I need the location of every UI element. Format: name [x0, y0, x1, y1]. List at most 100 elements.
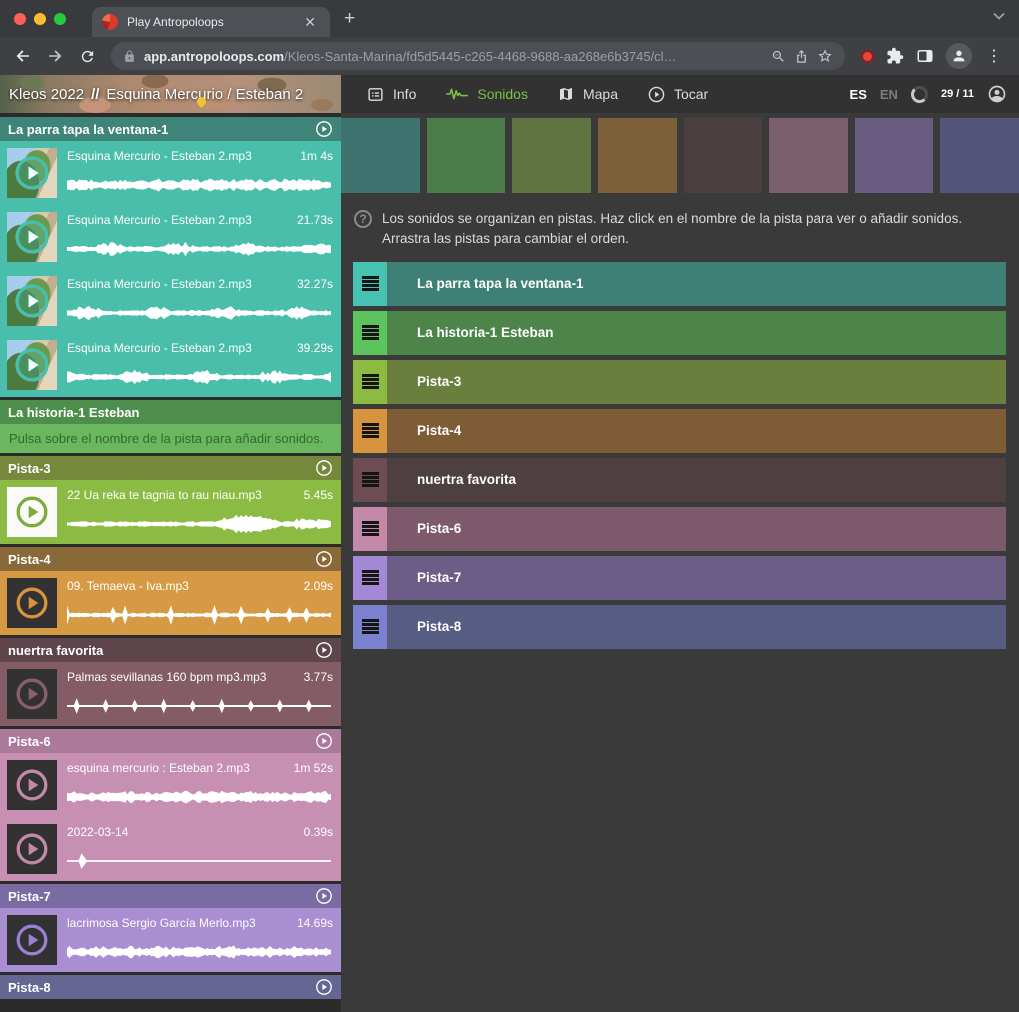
- track-play-button[interactable]: [315, 641, 333, 659]
- clip-title: Esquina Mercurio - Esteban 2.mp3: [67, 149, 292, 163]
- clip-play-button[interactable]: [14, 922, 50, 958]
- clip-thumbnail[interactable]: [7, 915, 57, 965]
- track-play-button[interactable]: [315, 732, 333, 750]
- clip-thumbnail[interactable]: [7, 276, 57, 326]
- track-row[interactable]: Pista-8: [353, 605, 1006, 649]
- forward-button[interactable]: [41, 42, 69, 70]
- clip-play-button[interactable]: [13, 218, 51, 256]
- drag-handle-icon: [362, 521, 379, 536]
- track-row-body[interactable]: Pista-4: [387, 409, 1006, 453]
- clip[interactable]: Esquina Mercurio - Esteban 2.mp339.29s: [0, 333, 341, 397]
- track-row[interactable]: Pista-6: [353, 507, 1006, 551]
- extensions-puzzle-icon[interactable]: [886, 47, 904, 65]
- sidebar-track-header[interactable]: Pista-7: [0, 884, 341, 908]
- clip[interactable]: 2022-03-140.39s: [0, 817, 341, 881]
- clip-thumbnail[interactable]: [7, 669, 57, 719]
- clip-play-button[interactable]: [14, 585, 50, 621]
- drag-handle[interactable]: [353, 507, 387, 551]
- window-close-button[interactable]: [14, 13, 26, 25]
- drag-handle-icon: [362, 374, 379, 389]
- nav-tocar[interactable]: Tocar: [648, 86, 708, 103]
- track-color-swatch: [427, 118, 506, 193]
- drag-handle[interactable]: [353, 409, 387, 453]
- track-play-button[interactable]: [315, 887, 333, 905]
- lang-es[interactable]: ES: [850, 87, 867, 102]
- sidebar-track-header[interactable]: Pista-3: [0, 456, 341, 480]
- bookmark-star-icon[interactable]: [817, 48, 833, 64]
- clip[interactable]: esquina mercurio : Esteban 2.mp31m 52s: [0, 753, 341, 817]
- clip-thumbnail[interactable]: [7, 487, 57, 537]
- sidebar-track-header[interactable]: La historia-1 Esteban: [0, 400, 341, 424]
- sidebar-track-header[interactable]: Pista-8: [0, 975, 341, 999]
- zoom-page-icon[interactable]: [771, 49, 786, 64]
- clip-play-button[interactable]: [14, 767, 50, 803]
- drag-handle[interactable]: [353, 262, 387, 306]
- clip-thumbnail[interactable]: [7, 212, 57, 262]
- reload-button[interactable]: [73, 42, 101, 70]
- browser-menu-icon[interactable]: ⋮: [984, 46, 1004, 66]
- drag-handle[interactable]: [353, 360, 387, 404]
- share-icon[interactable]: [794, 49, 809, 64]
- track-row[interactable]: nuertra favorita: [353, 458, 1006, 502]
- clip[interactable]: 22 Ua reka te tagnia to rau niau.mp35.45…: [0, 480, 341, 544]
- track-row[interactable]: Pista-3: [353, 360, 1006, 404]
- drag-handle[interactable]: [353, 458, 387, 502]
- track-play-button[interactable]: [315, 120, 333, 138]
- clip[interactable]: Esquina Mercurio - Esteban 2.mp31m 4s: [0, 141, 341, 205]
- track-row-body[interactable]: La historia-1 Esteban: [387, 311, 1006, 355]
- clip[interactable]: Esquina Mercurio - Esteban 2.mp332.27s: [0, 269, 341, 333]
- clip[interactable]: lacrimosa Sergio García Merlo.mp314.69s: [0, 908, 341, 972]
- track-row-body[interactable]: Pista-3: [387, 360, 1006, 404]
- window-minimize-button[interactable]: [34, 13, 46, 25]
- clip-play-button[interactable]: [13, 282, 51, 320]
- track-row[interactable]: La historia-1 Esteban: [353, 311, 1006, 355]
- clip-thumbnail[interactable]: [7, 340, 57, 390]
- sidebar-track-header[interactable]: Pista-4: [0, 547, 341, 571]
- track-row[interactable]: Pista-4: [353, 409, 1006, 453]
- track-play-button[interactable]: [315, 459, 333, 477]
- window-zoom-button[interactable]: [54, 13, 66, 25]
- track-row-body[interactable]: Pista-6: [387, 507, 1006, 551]
- profile-avatar[interactable]: [946, 43, 972, 69]
- track-row-body[interactable]: Pista-8: [387, 605, 1006, 649]
- recording-extension-icon[interactable]: [861, 50, 874, 63]
- nav-sonidos[interactable]: Sonidos: [446, 86, 528, 102]
- clip-play-button[interactable]: [14, 494, 50, 530]
- clip-thumbnail[interactable]: [7, 760, 57, 810]
- account-icon[interactable]: [987, 84, 1007, 104]
- clip[interactable]: Palmas sevillanas 160 bpm mp3.mp33.77s: [0, 662, 341, 726]
- nav-mapa[interactable]: Mapa: [558, 86, 618, 102]
- clip-play-button[interactable]: [14, 831, 50, 867]
- back-button[interactable]: [9, 42, 37, 70]
- clip-play-button[interactable]: [14, 676, 50, 712]
- drag-handle[interactable]: [353, 605, 387, 649]
- sidebar-track-header[interactable]: La parra tapa la ventana-1: [0, 117, 341, 141]
- clip[interactable]: 09. Temaeva - Iva.mp32.09s: [0, 571, 341, 635]
- clip-thumbnail[interactable]: [7, 824, 57, 874]
- track-row[interactable]: Pista-7: [353, 556, 1006, 600]
- drag-handle[interactable]: [353, 311, 387, 355]
- track-name: Pista-7: [8, 889, 51, 904]
- tab-close-icon[interactable]: ✕: [300, 13, 320, 31]
- sidebar-track-header[interactable]: Pista-6: [0, 729, 341, 753]
- clip-thumbnail[interactable]: [7, 578, 57, 628]
- nav-info[interactable]: Info: [367, 86, 416, 103]
- track-row-body[interactable]: La parra tapa la ventana-1: [387, 262, 1006, 306]
- track-row-body[interactable]: Pista-7: [387, 556, 1006, 600]
- track-play-button[interactable]: [315, 550, 333, 568]
- track-row-body[interactable]: nuertra favorita: [387, 458, 1006, 502]
- clip-play-button[interactable]: [13, 346, 51, 384]
- lang-en[interactable]: EN: [880, 87, 898, 102]
- clip-thumbnail[interactable]: [7, 148, 57, 198]
- new-tab-button[interactable]: +: [344, 9, 355, 28]
- sidebar-track-header[interactable]: nuertra favorita: [0, 638, 341, 662]
- clip-play-button[interactable]: [13, 154, 51, 192]
- drag-handle[interactable]: [353, 556, 387, 600]
- side-panel-icon[interactable]: [916, 47, 934, 65]
- browser-tab[interactable]: Play Antropoloops ✕: [92, 7, 330, 37]
- track-play-button[interactable]: [315, 978, 333, 996]
- address-bar[interactable]: app.antropoloops.com/Kleos-Santa-Marina/…: [111, 42, 845, 70]
- tab-search-chevron-icon[interactable]: [993, 12, 1005, 20]
- track-row[interactable]: La parra tapa la ventana-1: [353, 262, 1006, 306]
- clip[interactable]: Esquina Mercurio - Esteban 2.mp321.73s: [0, 205, 341, 269]
